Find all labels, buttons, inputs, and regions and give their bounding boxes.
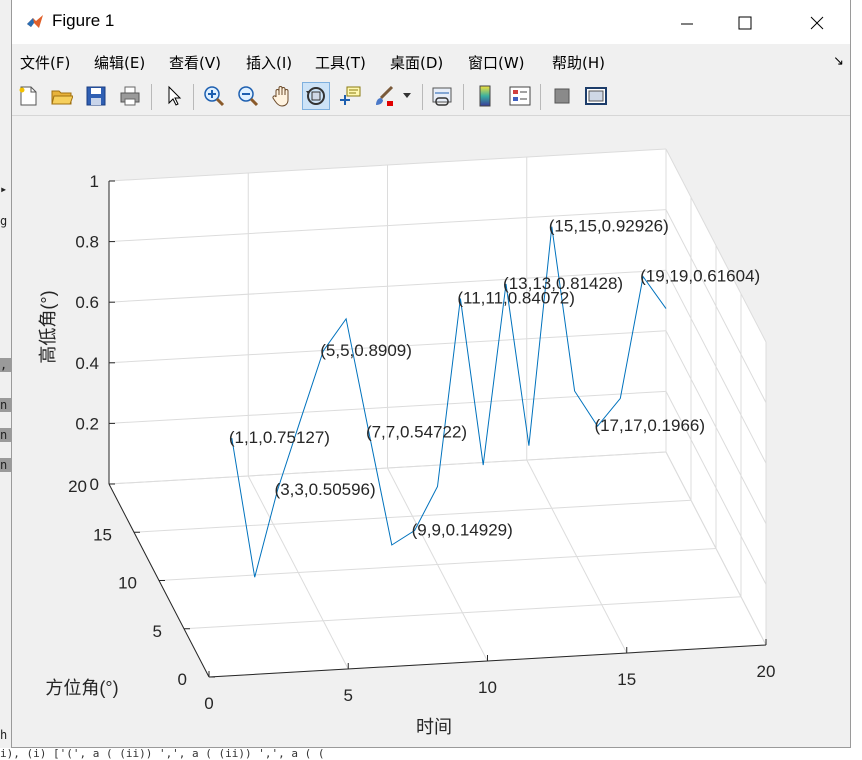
y-tick-label: 5 [153, 622, 162, 641]
save-icon [86, 86, 106, 106]
x-tick-label: 20 [757, 662, 776, 681]
brush-button[interactable] [370, 82, 398, 110]
link-plot-icon [432, 87, 452, 106]
show-plot-tools-button[interactable] [582, 82, 610, 110]
data-point-annotation: (17,17,0.1966) [594, 416, 705, 435]
colorbar-button[interactable] [472, 82, 500, 110]
menu-tools[interactable]: 工具(T) [315, 52, 366, 73]
legend-icon [509, 86, 531, 106]
zoom-in-button[interactable] [200, 82, 228, 110]
3d-line-plot[interactable]: 0 5 10 15 2005101520 00.20.40.60.81时间方位角(°)高低… [12, 117, 850, 747]
maximize-button[interactable] [722, 8, 768, 38]
show-plot-tools-icon [585, 87, 607, 105]
new-figure-icon [19, 86, 37, 106]
y-tick-label: 15 [93, 525, 112, 544]
y-tick-label: 0 [178, 670, 187, 689]
rotate-3d-icon [306, 87, 325, 105]
toolbar-separator [422, 84, 423, 110]
menu-insert[interactable]: 插入(I) [246, 52, 292, 73]
open-file-icon [51, 90, 73, 105]
x-tick-label: 15 [617, 670, 636, 689]
x-tick-label: 0 [204, 694, 213, 713]
pointer-button[interactable] [160, 82, 188, 110]
toolbar-separator [193, 84, 194, 110]
zoom-out-button[interactable] [234, 82, 262, 110]
matlab-logo-icon [25, 12, 45, 32]
menu-view[interactable]: 查看(V) [169, 52, 221, 73]
zoom-in-icon [204, 86, 225, 107]
z-axis-label: 高低角(°) [38, 290, 58, 363]
menu-file[interactable]: 文件(F) [20, 52, 70, 73]
zoom-out-icon [238, 86, 259, 107]
close-icon [810, 16, 824, 30]
pan-hand-icon [272, 86, 289, 107]
z-tick-label: 0.8 [75, 233, 99, 252]
menu-window[interactable]: 窗口(W) [468, 52, 525, 73]
pan-button[interactable] [268, 82, 296, 110]
hide-plot-tools-button[interactable] [548, 82, 576, 110]
dock-figure-icon[interactable]: ↘ [833, 54, 844, 69]
menu-desktop[interactable]: 桌面(D) [390, 52, 443, 73]
maximize-icon [738, 16, 752, 30]
y-axis-label: 方位角(°) [45, 678, 118, 698]
y-tick-label: 10 [118, 574, 137, 593]
menu-edit[interactable]: 编辑(E) [94, 52, 145, 73]
figure-window: Figure 1 文件(F) 编辑(E) 查看(V) 插入(I) 工具(T) 桌… [11, 0, 851, 748]
data-point-annotation: (3,3,0.50596) [275, 480, 376, 499]
z-tick-label: 0.6 [75, 293, 99, 312]
brush-dropdown-icon [403, 93, 411, 98]
menu-bar: 文件(F) 编辑(E) 查看(V) 插入(I) 工具(T) 桌面(D) 窗口(W… [12, 44, 850, 78]
z-tick-label: 0 [90, 475, 99, 494]
x-axis-label: 时间 [416, 717, 452, 737]
toolbar-separator [151, 84, 152, 110]
z-tick-label: 0.2 [75, 414, 99, 433]
rotate-3d-button[interactable] [302, 82, 330, 110]
print-button[interactable] [116, 82, 144, 110]
background-code-line: i), (i) ['(', a ( (ii)) ',', a ( (ii)) '… [0, 748, 862, 760]
minimize-button[interactable] [664, 8, 710, 38]
toolbar-separator [463, 84, 464, 110]
brush-dropdown-button[interactable] [400, 82, 414, 110]
x-tick-label: 10 [478, 678, 497, 697]
pointer-icon [168, 85, 182, 106]
new-figure-button[interactable] [14, 82, 42, 110]
link-plot-button[interactable] [428, 82, 456, 110]
data-cursor-button[interactable] [336, 82, 364, 110]
data-point-annotation: (9,9,0.14929) [412, 521, 513, 540]
data-point-annotation: (1,1,0.75127) [229, 428, 330, 447]
open-file-button[interactable] [48, 82, 76, 110]
figure-toolbar [12, 78, 850, 116]
close-button[interactable] [794, 8, 840, 38]
menu-help[interactable]: 帮助(H) [552, 52, 605, 73]
z-tick-label: 1 [90, 172, 99, 191]
minimize-icon [681, 23, 693, 25]
print-icon [120, 86, 140, 106]
data-point-annotation: (13,13,0.81428) [503, 274, 623, 293]
data-point-annotation: (19,19,0.61604) [640, 267, 760, 286]
x-tick-label: 5 [344, 686, 353, 705]
y-tick-label: 20 [68, 477, 87, 496]
title-bar[interactable]: Figure 1 [12, 0, 850, 44]
plot-canvas[interactable]: 0 5 10 15 20 0 5 10 15 20 0 0.2 0.4 0.6 0.8 1 时间 方位角(°) 高低… [12, 117, 850, 747]
hide-plot-tools-icon [554, 88, 570, 104]
brush-icon [376, 85, 394, 106]
save-button[interactable] [82, 82, 110, 110]
data-point-annotation: (15,15,0.92926) [549, 217, 669, 236]
colorbar-icon [479, 85, 491, 107]
z-tick-label: 0.4 [75, 354, 99, 373]
data-point-annotation: (5,5,0.8909) [320, 341, 412, 360]
window-title: Figure 1 [52, 11, 115, 30]
legend-button[interactable] [506, 82, 534, 110]
toolbar-separator [540, 84, 541, 110]
data-point-annotation: (7,7,0.54722) [366, 422, 467, 441]
data-cursor-icon [340, 86, 361, 105]
